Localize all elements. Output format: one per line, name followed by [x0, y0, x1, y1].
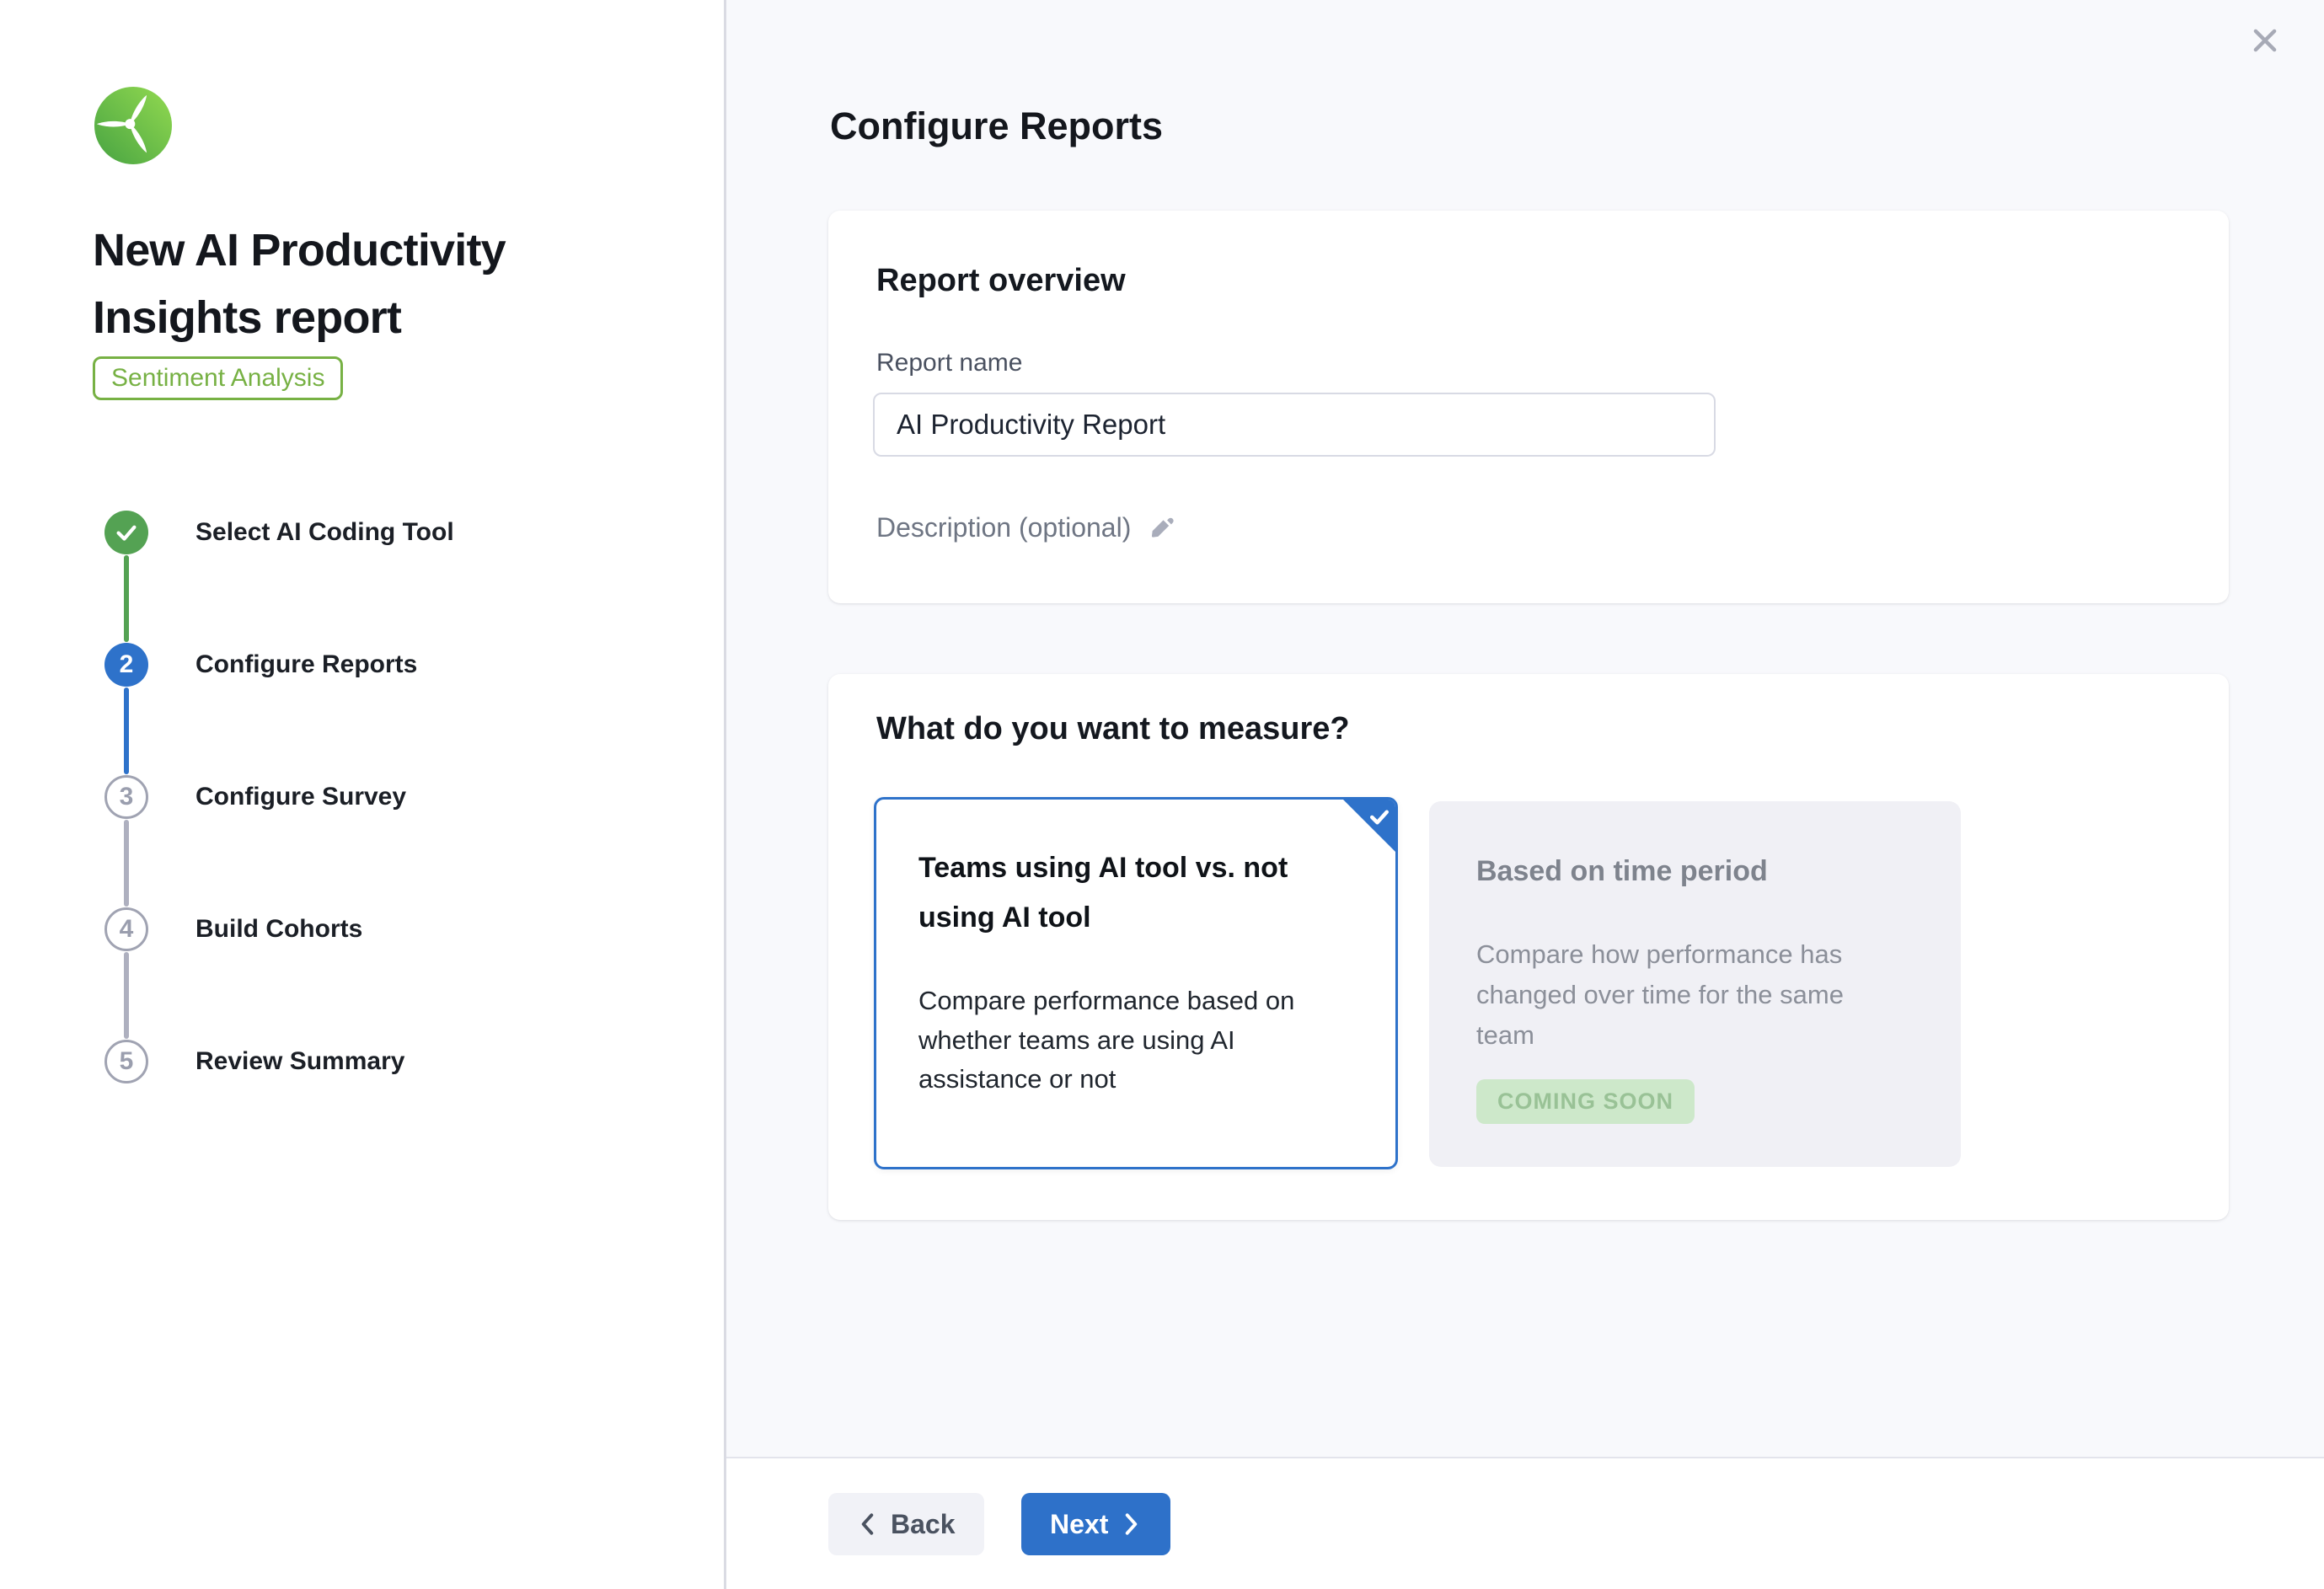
- step-1-circle[interactable]: [104, 511, 148, 554]
- wizard-footer: Back Next: [726, 1457, 2324, 1589]
- main-panel: Configure Reports Report overview Report…: [726, 0, 2324, 1589]
- measure-card: What do you want to measure? Teams using…: [828, 674, 2229, 1220]
- step-connector: [124, 687, 129, 774]
- chevron-right-icon: [1120, 1511, 1142, 1537]
- step-3-circle[interactable]: 3: [104, 775, 148, 819]
- close-icon: [2249, 24, 2281, 56]
- description-edit-row[interactable]: Description (optional): [876, 512, 1176, 543]
- report-name-input[interactable]: [873, 393, 1716, 457]
- report-overview-card: Report overview Report name Description …: [828, 211, 2229, 603]
- next-button-label: Next: [1050, 1509, 1108, 1540]
- option-teams-vs-not[interactable]: Teams using AI tool vs. not using AI too…: [874, 797, 1398, 1169]
- sentiment-analysis-badge: Sentiment Analysis: [93, 356, 343, 400]
- option-title: Based on time period: [1476, 850, 1914, 893]
- next-button[interactable]: Next: [1021, 1493, 1170, 1555]
- pencil-icon: [1148, 514, 1176, 543]
- description-label: Description (optional): [876, 512, 1131, 543]
- wizard-sidebar: New AI Productivity Insights report Sent…: [0, 0, 726, 1589]
- check-icon: [114, 520, 139, 545]
- step-connector: [124, 952, 129, 1039]
- step-4-circle[interactable]: 4: [104, 907, 148, 951]
- step-item-review-summary[interactable]: Review Summary: [195, 1044, 404, 1079]
- step-item-select-ai-coding-tool[interactable]: Select AI Coding Tool: [195, 515, 454, 550]
- step-item-build-cohorts[interactable]: Build Cohorts: [195, 912, 362, 947]
- close-button[interactable]: [2246, 22, 2284, 59]
- option-title: Teams using AI tool vs. not using AI too…: [918, 843, 1344, 943]
- option-time-period[interactable]: Based on time period Compare how perform…: [1429, 801, 1961, 1167]
- report-overview-heading: Report overview: [876, 263, 1126, 299]
- step-connector: [124, 555, 129, 642]
- report-name-label: Report name: [876, 349, 1022, 377]
- back-button-label: Back: [891, 1509, 956, 1540]
- check-icon: [1367, 805, 1392, 830]
- chevron-left-icon: [857, 1511, 879, 1537]
- page-title: Configure Reports: [830, 104, 1163, 148]
- back-button[interactable]: Back: [828, 1493, 984, 1555]
- wind-turbine-icon: [94, 87, 172, 164]
- coming-soon-badge: COMING SOON: [1476, 1079, 1695, 1124]
- measure-heading: What do you want to measure?: [876, 711, 1350, 747]
- step-connector: [124, 820, 129, 907]
- wizard-window: New AI Productivity Insights report Sent…: [0, 0, 2324, 1589]
- selected-corner: [1343, 800, 1395, 852]
- step-5-circle[interactable]: 5: [104, 1040, 148, 1083]
- step-item-configure-reports[interactable]: Configure Reports: [195, 647, 417, 682]
- option-description: Compare performance based on whether tea…: [918, 982, 1302, 1099]
- option-description: Compare how performance has changed over…: [1476, 934, 1872, 1056]
- step-item-configure-survey[interactable]: Configure Survey: [195, 779, 406, 815]
- step-2-circle[interactable]: 2: [104, 643, 148, 687]
- wizard-title: New AI Productivity Insights report: [93, 217, 636, 351]
